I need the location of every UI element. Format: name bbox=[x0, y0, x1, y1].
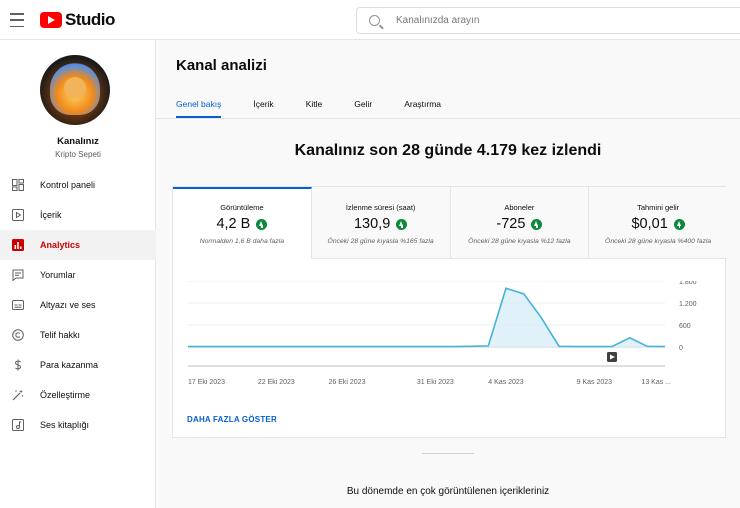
series-line bbox=[188, 287, 666, 348]
tab-research[interactable]: Araştırma bbox=[404, 99, 441, 118]
metric-value-row: 4,2 B bbox=[173, 216, 311, 232]
metric-value-row: 130,9 bbox=[312, 216, 450, 232]
x-tick-label: 26 Eki 2023 bbox=[329, 379, 366, 386]
subtitles-icon bbox=[12, 299, 24, 311]
sidebar-item-subtitles[interactable]: Altyazı ve ses bbox=[0, 290, 156, 320]
channel-title: Kanalınız bbox=[57, 136, 99, 147]
metric-title: Tahmini gelir bbox=[637, 203, 680, 212]
sidebar-item-label: İçerik bbox=[40, 210, 62, 220]
tab-audience[interactable]: Kitle bbox=[306, 99, 323, 118]
x-tick-label: 4 Kas 2023 bbox=[488, 379, 524, 386]
arrow-up-icon bbox=[673, 218, 685, 230]
views-chart[interactable]: 1.800 1.200 600 0 17 Eki 2023 22 Eki 2023 26 E… bbox=[173, 281, 727, 401]
metric-revenue[interactable]: Tahmini gelir $0,01 Önceki 28 güne kıyas… bbox=[589, 187, 727, 259]
sidebar-item-copyright[interactable]: Telif hakkı bbox=[0, 320, 156, 350]
metric-tabs: Görüntüleme 4,2 B Normalden 1,6 B daha f… bbox=[173, 187, 727, 259]
sidebar-item-label: Yorumlar bbox=[40, 270, 76, 280]
x-tick-label: 22 Eki 2023 bbox=[258, 379, 295, 386]
search-box[interactable] bbox=[356, 7, 740, 34]
views-headline: Kanalınız son 28 günde 4.179 kez izlendi bbox=[294, 142, 602, 159]
metric-title: Aboneler bbox=[504, 203, 535, 212]
metric-note: Önceki 28 güne kıyasla %12 fazla bbox=[468, 238, 571, 245]
main-content: Kanal analizi Genel bakış İçerik Kitle G… bbox=[156, 40, 740, 508]
sidebar-item-label: Özelleştirme bbox=[40, 390, 91, 400]
sidebar-item-audio-library[interactable]: Ses kitaplığı bbox=[0, 410, 156, 440]
content-icon bbox=[12, 209, 24, 221]
search-input[interactable] bbox=[396, 15, 696, 26]
comments-icon bbox=[12, 269, 24, 281]
sidebar-item-content[interactable]: İçerik bbox=[0, 200, 156, 230]
sidebar-item-comments[interactable]: Yorumlar bbox=[0, 260, 156, 290]
tab-revenue[interactable]: Gelir bbox=[354, 99, 372, 118]
metric-note: Önceki 28 güne kıyasla %400 fazla bbox=[605, 238, 712, 245]
sidebar-item-label: Para kazanma bbox=[40, 360, 99, 370]
x-tick-label: 17 Eki 2023 bbox=[188, 379, 225, 386]
tab-overview[interactable]: Genel bakış bbox=[176, 99, 222, 118]
metric-subscribers[interactable]: Aboneler -725 Önceki 28 güne kıyasla %12… bbox=[450, 187, 590, 259]
sidebar-item-monetization[interactable]: Para kazanma bbox=[0, 350, 156, 380]
metric-value-row: -725 bbox=[451, 216, 589, 232]
top-bar: Studio bbox=[0, 0, 740, 40]
logo-text: Studio bbox=[65, 10, 115, 29]
metric-value-row: $0,01 bbox=[589, 216, 727, 232]
page-title: Kanal analizi bbox=[176, 57, 267, 74]
sidebar-item-label: Ses kitaplığı bbox=[40, 420, 90, 430]
show-more-button[interactable]: DAHA FAZLA GÖSTER bbox=[187, 415, 277, 424]
metric-views[interactable]: Görüntüleme 4,2 B Normalden 1,6 B daha f… bbox=[173, 187, 312, 259]
arrow-up-icon bbox=[396, 218, 408, 230]
metric-title: Görüntüleme bbox=[220, 203, 264, 212]
copyright-icon bbox=[12, 329, 24, 341]
arrow-up-icon bbox=[531, 218, 543, 230]
metric-watch-time[interactable]: İzlenme süresi (saat) 130,9 Önceki 28 gü… bbox=[311, 187, 451, 259]
sidebar-item-label: Analytics bbox=[40, 240, 81, 250]
arrow-up-icon bbox=[256, 218, 268, 230]
magic-wand-icon bbox=[12, 389, 24, 401]
tabs-divider bbox=[156, 118, 740, 119]
menu-icon[interactable] bbox=[10, 11, 24, 29]
sidebar: Kanalınız Kripto Sepeti Kontrol paneli İ… bbox=[0, 40, 156, 508]
search-icon[interactable] bbox=[369, 15, 380, 26]
metric-value: -725 bbox=[496, 216, 526, 232]
sidebar-item-customization[interactable]: Özelleştirme bbox=[0, 380, 156, 410]
overview-card: Görüntüleme 4,2 B Normalden 1,6 B daha f… bbox=[172, 186, 727, 438]
metric-value: $0,01 bbox=[631, 216, 668, 232]
analytics-icon bbox=[12, 239, 24, 251]
y-tick-label: 1.200 bbox=[679, 301, 697, 308]
sidebar-item-dashboard[interactable]: Kontrol paneli bbox=[0, 170, 156, 200]
sidebar-item-label: Altyazı ve ses bbox=[40, 300, 96, 310]
x-tick-label: 31 Eki 2023 bbox=[417, 379, 454, 386]
analytics-tabs: Genel bakış İçerik Kitle Gelir Araştırma bbox=[176, 99, 473, 119]
metric-note: Normalden 1,6 B daha fazla bbox=[199, 238, 284, 245]
metric-title: İzlenme süresi (saat) bbox=[345, 203, 416, 212]
audio-library-icon bbox=[12, 419, 24, 431]
x-tick-label: 9 Kas 2023 bbox=[577, 379, 613, 386]
dollar-icon bbox=[12, 359, 24, 371]
sidebar-item-analytics[interactable]: Analytics bbox=[0, 230, 156, 260]
channel-name: Kripto Sepeti bbox=[55, 150, 101, 159]
youtube-logo-icon bbox=[40, 12, 62, 28]
x-tick-label: 13 Kas ... bbox=[641, 379, 671, 386]
dashboard-icon bbox=[12, 179, 24, 191]
channel-avatar[interactable] bbox=[40, 55, 110, 125]
sidebar-nav: Kontrol paneli İçerik Analytics Yorumlar… bbox=[0, 170, 156, 440]
y-tick-label: 1.800 bbox=[679, 281, 697, 286]
y-tick-label: 600 bbox=[679, 323, 691, 330]
y-tick-label: 0 bbox=[679, 345, 683, 352]
section-divider bbox=[422, 453, 474, 454]
metric-note: Önceki 28 güne kıyasla %165 fazla bbox=[327, 238, 434, 245]
avatar-dog-graphic bbox=[64, 77, 86, 99]
tab-content[interactable]: İçerik bbox=[253, 99, 273, 118]
top-content-title: Bu dönemde en çok görüntülenen içerikler… bbox=[346, 486, 550, 497]
sidebar-item-label: Telif hakkı bbox=[40, 330, 81, 340]
metric-value: 4,2 B bbox=[216, 216, 251, 232]
studio-logo[interactable]: Studio bbox=[40, 9, 115, 31]
series-area bbox=[188, 288, 665, 347]
sidebar-item-label: Kontrol paneli bbox=[40, 180, 96, 190]
metric-value: 130,9 bbox=[353, 216, 391, 232]
